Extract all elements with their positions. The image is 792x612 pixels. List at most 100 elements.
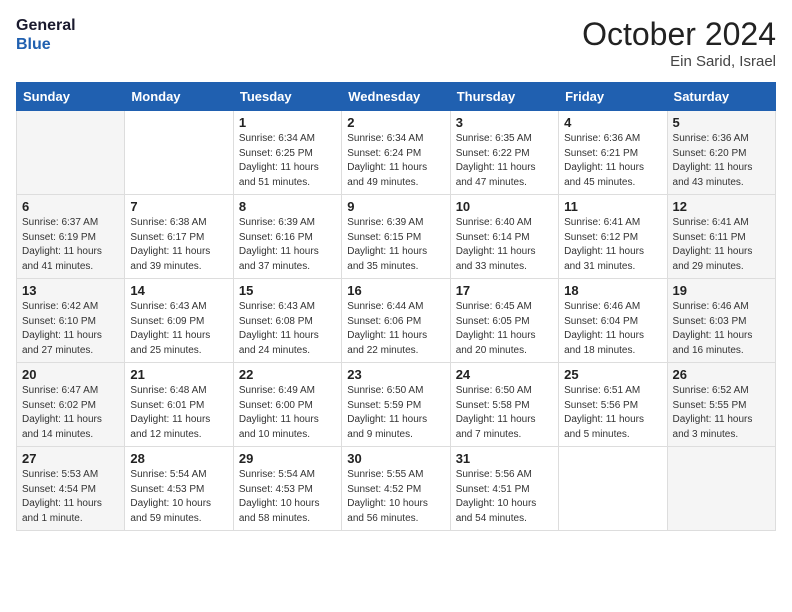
day-number: 30	[347, 451, 444, 466]
cell-info: Sunrise: 6:49 AM Sunset: 6:00 PM Dayligh…	[239, 384, 336, 442]
calendar-cell	[559, 447, 667, 531]
calendar-week-1: 6 Sunrise: 6:37 AM Sunset: 6:19 PM Daylig…	[17, 195, 776, 279]
day-number: 23	[347, 367, 444, 382]
cell-info: Sunrise: 5:53 AM Sunset: 4:54 PM Dayligh…	[22, 468, 119, 526]
calendar-cell: 6 Sunrise: 6:37 AM Sunset: 6:19 PM Daylig…	[17, 195, 125, 279]
calendar-body: 1 Sunrise: 6:34 AM Sunset: 6:25 PM Daylig…	[17, 111, 776, 531]
day-number: 19	[673, 283, 770, 298]
month-title: October 2024	[582, 16, 776, 53]
cell-info: Sunrise: 6:46 AM Sunset: 6:04 PM Dayligh…	[564, 300, 661, 358]
cell-info: Sunrise: 6:45 AM Sunset: 6:05 PM Dayligh…	[456, 300, 553, 358]
cell-info: Sunrise: 6:39 AM Sunset: 6:15 PM Dayligh…	[347, 216, 444, 274]
cell-info: Sunrise: 6:48 AM Sunset: 6:01 PM Dayligh…	[130, 384, 227, 442]
cell-info: Sunrise: 6:51 AM Sunset: 5:56 PM Dayligh…	[564, 384, 661, 442]
logo: General Blue General Blue	[16, 16, 76, 54]
day-number: 22	[239, 367, 336, 382]
cell-info: Sunrise: 6:43 AM Sunset: 6:08 PM Dayligh…	[239, 300, 336, 358]
day-number: 7	[130, 199, 227, 214]
calendar-cell	[667, 447, 775, 531]
calendar-cell: 14 Sunrise: 6:43 AM Sunset: 6:09 PM Dayli…	[125, 279, 233, 363]
cell-info: Sunrise: 6:36 AM Sunset: 6:20 PM Dayligh…	[673, 132, 770, 190]
calendar-cell: 23 Sunrise: 6:50 AM Sunset: 5:59 PM Dayli…	[342, 363, 450, 447]
calendar-header-row: SundayMondayTuesdayWednesdayThursdayFrid…	[17, 83, 776, 111]
day-number: 26	[673, 367, 770, 382]
calendar-cell: 20 Sunrise: 6:47 AM Sunset: 6:02 PM Dayli…	[17, 363, 125, 447]
calendar-week-4: 27 Sunrise: 5:53 AM Sunset: 4:54 PM Dayli…	[17, 447, 776, 531]
cell-info: Sunrise: 6:50 AM Sunset: 5:59 PM Dayligh…	[347, 384, 444, 442]
day-number: 24	[456, 367, 553, 382]
calendar-cell: 19 Sunrise: 6:46 AM Sunset: 6:03 PM Dayli…	[667, 279, 775, 363]
calendar-cell	[17, 111, 125, 195]
calendar-cell: 1 Sunrise: 6:34 AM Sunset: 6:25 PM Daylig…	[233, 111, 341, 195]
day-number: 6	[22, 199, 119, 214]
cell-info: Sunrise: 6:35 AM Sunset: 6:22 PM Dayligh…	[456, 132, 553, 190]
calendar-cell: 25Sunrise: 6:51 AM Sunset: 5:56 PM Dayli…	[559, 363, 667, 447]
calendar-cell: 4 Sunrise: 6:36 AM Sunset: 6:21 PM Daylig…	[559, 111, 667, 195]
calendar-cell: 11Sunrise: 6:41 AM Sunset: 6:12 PM Dayli…	[559, 195, 667, 279]
day-number: 28	[130, 451, 227, 466]
calendar-cell: 18 Sunrise: 6:46 AM Sunset: 6:04 PM Dayli…	[559, 279, 667, 363]
calendar-cell: 15 Sunrise: 6:43 AM Sunset: 6:08 PM Dayli…	[233, 279, 341, 363]
cell-info: Sunrise: 5:54 AM Sunset: 4:53 PM Dayligh…	[239, 468, 336, 526]
calendar-table: SundayMondayTuesdayWednesdayThursdayFrid…	[16, 82, 776, 531]
cell-info: Sunrise: 6:38 AM Sunset: 6:17 PM Dayligh…	[130, 216, 227, 274]
header-cell-sunday: Sunday	[17, 83, 125, 111]
cell-info: Sunrise: 6:47 AM Sunset: 6:02 PM Dayligh…	[22, 384, 119, 442]
cell-info: Sunrise: 6:40 AM Sunset: 6:14 PM Dayligh…	[456, 216, 553, 274]
cell-info: Sunrise: 6:36 AM Sunset: 6:21 PM Dayligh…	[564, 132, 661, 190]
day-number: 4	[564, 115, 661, 130]
cell-info: Sunrise: 6:37 AM Sunset: 6:19 PM Dayligh…	[22, 216, 119, 274]
title-block: October 2024 Ein Sarid, Israel	[582, 16, 776, 70]
cell-info: Sunrise: 6:52 AM Sunset: 5:55 PM Dayligh…	[673, 384, 770, 442]
calendar-cell: 12 Sunrise: 6:41 AM Sunset: 6:11 PM Dayli…	[667, 195, 775, 279]
day-number: 5	[673, 115, 770, 130]
day-number: 15	[239, 283, 336, 298]
calendar-cell: 27 Sunrise: 5:53 AM Sunset: 4:54 PM Dayli…	[17, 447, 125, 531]
calendar-cell: 13 Sunrise: 6:42 AM Sunset: 6:10 PM Dayli…	[17, 279, 125, 363]
day-number: 9	[347, 199, 444, 214]
calendar-cell: 21 Sunrise: 6:48 AM Sunset: 6:01 PM Dayli…	[125, 363, 233, 447]
day-number: 13	[22, 283, 119, 298]
calendar-cell: 26 Sunrise: 6:52 AM Sunset: 5:55 PM Dayli…	[667, 363, 775, 447]
calendar-cell: 24 Sunrise: 6:50 AM Sunset: 5:58 PM Dayli…	[450, 363, 558, 447]
day-number: 12	[673, 199, 770, 214]
calendar-cell: 9 Sunrise: 6:39 AM Sunset: 6:15 PM Daylig…	[342, 195, 450, 279]
day-number: 2	[347, 115, 444, 130]
calendar-cell: 22 Sunrise: 6:49 AM Sunset: 6:00 PM Dayli…	[233, 363, 341, 447]
day-number: 8	[239, 199, 336, 214]
cell-info: Sunrise: 6:46 AM Sunset: 6:03 PM Dayligh…	[673, 300, 770, 358]
day-number: 20	[22, 367, 119, 382]
calendar-cell: 10Sunrise: 6:40 AM Sunset: 6:14 PM Dayli…	[450, 195, 558, 279]
header-cell-monday: Monday	[125, 83, 233, 111]
day-number: 27	[22, 451, 119, 466]
day-number: 11	[564, 199, 661, 214]
cell-info: Sunrise: 6:34 AM Sunset: 6:24 PM Dayligh…	[347, 132, 444, 190]
header-cell-wednesday: Wednesday	[342, 83, 450, 111]
calendar-cell: 31Sunrise: 5:56 AM Sunset: 4:51 PM Dayli…	[450, 447, 558, 531]
cell-info: Sunrise: 6:50 AM Sunset: 5:58 PM Dayligh…	[456, 384, 553, 442]
page-header: General Blue General Blue October 2024 E…	[16, 16, 776, 70]
header-cell-saturday: Saturday	[667, 83, 775, 111]
day-number: 14	[130, 283, 227, 298]
day-number: 17	[456, 283, 553, 298]
cell-info: Sunrise: 5:56 AM Sunset: 4:51 PM Dayligh…	[456, 468, 553, 526]
calendar-cell: 8Sunrise: 6:39 AM Sunset: 6:16 PM Daylig…	[233, 195, 341, 279]
calendar-cell: 2 Sunrise: 6:34 AM Sunset: 6:24 PM Daylig…	[342, 111, 450, 195]
cell-info: Sunrise: 6:34 AM Sunset: 6:25 PM Dayligh…	[239, 132, 336, 190]
cell-info: Sunrise: 6:42 AM Sunset: 6:10 PM Dayligh…	[22, 300, 119, 358]
calendar-week-3: 20 Sunrise: 6:47 AM Sunset: 6:02 PM Dayli…	[17, 363, 776, 447]
cell-info: Sunrise: 6:44 AM Sunset: 6:06 PM Dayligh…	[347, 300, 444, 358]
day-number: 21	[130, 367, 227, 382]
day-number: 18	[564, 283, 661, 298]
cell-info: Sunrise: 5:55 AM Sunset: 4:52 PM Dayligh…	[347, 468, 444, 526]
cell-info: Sunrise: 6:43 AM Sunset: 6:09 PM Dayligh…	[130, 300, 227, 358]
day-number: 3	[456, 115, 553, 130]
calendar-week-2: 13 Sunrise: 6:42 AM Sunset: 6:10 PM Dayli…	[17, 279, 776, 363]
calendar-cell: 29Sunrise: 5:54 AM Sunset: 4:53 PM Dayli…	[233, 447, 341, 531]
cell-info: Sunrise: 6:41 AM Sunset: 6:11 PM Dayligh…	[673, 216, 770, 274]
calendar-cell: 17 Sunrise: 6:45 AM Sunset: 6:05 PM Dayli…	[450, 279, 558, 363]
logo-blue: Blue	[16, 35, 76, 54]
cell-info: Sunrise: 5:54 AM Sunset: 4:53 PM Dayligh…	[130, 468, 227, 526]
day-number: 1	[239, 115, 336, 130]
calendar-cell: 30 Sunrise: 5:55 AM Sunset: 4:52 PM Dayli…	[342, 447, 450, 531]
